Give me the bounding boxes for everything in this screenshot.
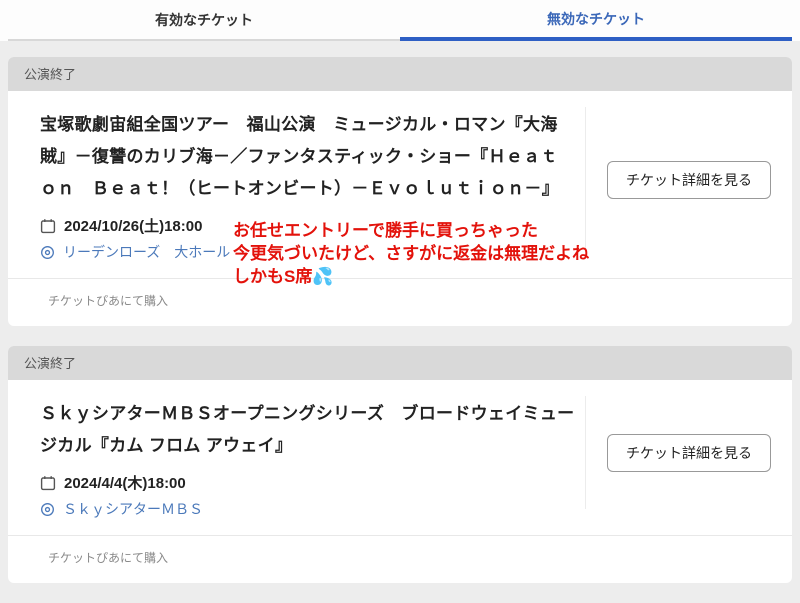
location-pin-icon	[40, 245, 55, 260]
calendar-icon	[40, 218, 56, 234]
event-venue: リーデンローズ 大ホール	[63, 242, 230, 262]
ticket-card: 公演終了 宝塚歌劇宙組全国ツアー 福山公演 ミュージカル・ロマン『大海賊』－復讐…	[8, 57, 792, 326]
ticket-card-body: ＳｋｙシアターＭＢＳオープニングシリーズ ブロードウェイミュージカル『カム フロ…	[8, 380, 792, 535]
location-pin-icon	[40, 502, 55, 517]
calendar-icon	[40, 475, 56, 491]
event-venue-row[interactable]: ＳｋｙシアターＭＢＳ	[40, 499, 579, 519]
status-label: 公演終了	[24, 356, 76, 371]
tab-invalid-tickets-label: 無効なチケット	[547, 9, 645, 29]
event-datetime: 2024/10/26(土)18:00	[64, 215, 202, 236]
event-title: 宝塚歌劇宙組全国ツアー 福山公演 ミュージカル・ロマン『大海賊』－復讐のカリブ海…	[40, 109, 579, 205]
ticket-detail-button[interactable]: チケット詳細を見る	[607, 434, 771, 472]
ticket-list: 公演終了 宝塚歌劇宙組全国ツアー 福山公演 ミュージカル・ロマン『大海賊』－復讐…	[0, 41, 800, 583]
purchase-source: チケットぴあにて購入	[8, 535, 792, 583]
ticket-action-column: チケット詳細を見る	[585, 107, 792, 252]
tab-valid-tickets-label: 有効なチケット	[155, 10, 253, 30]
event-datetime-row: 2024/4/4(木)18:00	[40, 472, 579, 493]
status-badge: 公演終了	[8, 346, 792, 380]
tab-valid-tickets[interactable]: 有効なチケット	[8, 0, 400, 41]
ticket-info: 宝塚歌劇宙組全国ツアー 福山公演 ミュージカル・ロマン『大海賊』－復讐のカリブ海…	[8, 91, 585, 278]
status-badge: 公演終了	[8, 57, 792, 91]
ticket-action-column: チケット詳細を見る	[585, 396, 792, 509]
ticket-tabs: 有効なチケット 無効なチケット	[0, 0, 800, 41]
ticket-detail-button[interactable]: チケット詳細を見る	[607, 161, 771, 199]
event-datetime: 2024/4/4(木)18:00	[64, 472, 186, 493]
event-datetime-row: 2024/10/26(土)18:00	[40, 215, 579, 236]
status-label: 公演終了	[24, 67, 76, 82]
purchase-source: チケットぴあにて購入	[8, 278, 792, 326]
ticket-info: ＳｋｙシアターＭＢＳオープニングシリーズ ブロードウェイミュージカル『カム フロ…	[8, 380, 585, 535]
event-venue-row[interactable]: リーデンローズ 大ホール	[40, 242, 579, 262]
ticket-card: 公演終了 ＳｋｙシアターＭＢＳオープニングシリーズ ブロードウェイミュージカル『…	[8, 346, 792, 583]
ticket-app: 有効なチケット 無効なチケット 公演終了 宝塚歌劇宙組全国ツアー 福山公演 ミュ…	[0, 0, 800, 603]
ticket-card-body: 宝塚歌劇宙組全国ツアー 福山公演 ミュージカル・ロマン『大海賊』－復讐のカリブ海…	[8, 91, 792, 278]
tab-invalid-tickets[interactable]: 無効なチケット	[400, 0, 792, 41]
event-title: ＳｋｙシアターＭＢＳオープニングシリーズ ブロードウェイミュージカル『カム フロ…	[40, 398, 579, 462]
event-venue: ＳｋｙシアターＭＢＳ	[63, 499, 203, 519]
